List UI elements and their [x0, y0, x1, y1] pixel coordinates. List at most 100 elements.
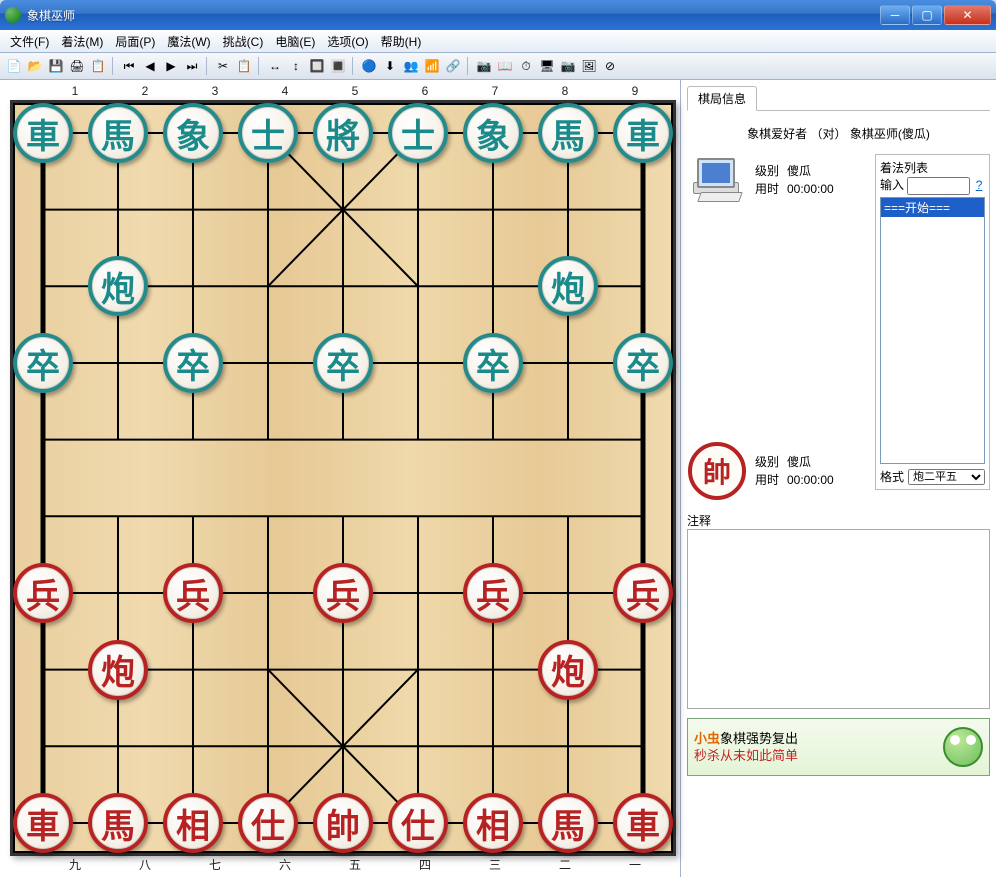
- menu-item[interactable]: 着法(M): [55, 31, 109, 52]
- coord: 7: [460, 84, 530, 98]
- piece-象[interactable]: 象: [163, 103, 223, 163]
- coord: 五: [320, 856, 390, 873]
- piece-車[interactable]: 車: [13, 103, 73, 163]
- maximize-button[interactable]: ▢: [912, 5, 942, 25]
- tab-game-info[interactable]: 棋局信息: [687, 86, 757, 111]
- movelist-box: 着法列表 输入 ? ===开始=== 格式 炮二平五: [875, 154, 990, 490]
- piece-兵[interactable]: 兵: [163, 563, 223, 623]
- toolbar-separator: [258, 57, 261, 75]
- piece-卒[interactable]: 卒: [613, 333, 673, 393]
- toolbar-button[interactable]: ⏮: [119, 56, 139, 76]
- bottom-coordinates: 九八七六五四三二一: [10, 856, 670, 873]
- piece-炮[interactable]: 炮: [88, 256, 148, 316]
- piece-將[interactable]: 將: [313, 103, 373, 163]
- piece-炮[interactable]: 炮: [88, 640, 148, 700]
- piece-馬[interactable]: 馬: [538, 103, 598, 163]
- coord: 二: [530, 856, 600, 873]
- top-coordinates: 123456789: [10, 84, 670, 98]
- help-icon[interactable]: ?: [976, 178, 983, 192]
- format-select[interactable]: 炮二平五: [908, 469, 985, 485]
- piece-象[interactable]: 象: [463, 103, 523, 163]
- titlebar: 象棋巫师 ─ ▢ ✕: [0, 0, 996, 30]
- toolbar-button[interactable]: ⏱: [516, 56, 536, 76]
- toolbar-button[interactable]: 🔳: [328, 56, 348, 76]
- toolbar-button[interactable]: 🔲: [307, 56, 327, 76]
- coord: 5: [320, 84, 390, 98]
- toolbar-button[interactable]: 📄: [4, 56, 24, 76]
- ad-banner[interactable]: 小虫象棋强势复出 秒杀从未如此简单: [687, 718, 990, 776]
- piece-仕[interactable]: 仕: [388, 793, 448, 853]
- menu-item[interactable]: 选项(O): [321, 31, 374, 52]
- toolbar-button[interactable]: 👥: [401, 56, 421, 76]
- coord: 6: [390, 84, 460, 98]
- opponent-time: 00:00:00: [787, 182, 834, 196]
- menu-item[interactable]: 局面(P): [109, 31, 161, 52]
- toolbar-button[interactable]: ⬇: [380, 56, 400, 76]
- toolbar-button[interactable]: 🖼: [579, 56, 599, 76]
- toolbar-button[interactable]: 🔵: [359, 56, 379, 76]
- piece-相[interactable]: 相: [163, 793, 223, 853]
- close-button[interactable]: ✕: [944, 5, 991, 25]
- annotation-textarea[interactable]: [687, 529, 990, 709]
- menu-item[interactable]: 魔法(W): [161, 31, 216, 52]
- toolbar-button[interactable]: ↕: [286, 56, 306, 76]
- tab-header: 棋局信息: [687, 86, 990, 111]
- piece-兵[interactable]: 兵: [313, 563, 373, 623]
- self-block: 帥 级别傻瓜 用时00:00:00: [687, 442, 869, 500]
- piece-兵[interactable]: 兵: [13, 563, 73, 623]
- piece-帥[interactable]: 帥: [313, 793, 373, 853]
- minimize-button[interactable]: ─: [880, 5, 910, 25]
- piece-仕[interactable]: 仕: [238, 793, 298, 853]
- menu-item[interactable]: 文件(F): [4, 31, 55, 52]
- toolbar-button[interactable]: 💾: [46, 56, 66, 76]
- coord: 三: [460, 856, 530, 873]
- piece-卒[interactable]: 卒: [13, 333, 73, 393]
- toolbar-button[interactable]: ◀: [140, 56, 160, 76]
- piece-車[interactable]: 車: [613, 103, 673, 163]
- toolbar-button[interactable]: ▶: [161, 56, 181, 76]
- input-label: 输入: [880, 178, 904, 192]
- piece-兵[interactable]: 兵: [613, 563, 673, 623]
- piece-卒[interactable]: 卒: [313, 333, 373, 393]
- piece-馬[interactable]: 馬: [88, 793, 148, 853]
- toolbar-button[interactable]: 📷: [474, 56, 494, 76]
- movelist[interactable]: ===开始===: [880, 197, 985, 464]
- toolbar-button[interactable]: 📋: [88, 56, 108, 76]
- menu-item[interactable]: 挑战(C): [217, 31, 270, 52]
- toolbar-button[interactable]: ⊘: [600, 56, 620, 76]
- menu-item[interactable]: 帮助(H): [375, 31, 428, 52]
- piece-兵[interactable]: 兵: [463, 563, 523, 623]
- piece-炮[interactable]: 炮: [538, 256, 598, 316]
- toolbar-button[interactable]: 📋: [234, 56, 254, 76]
- coord: 4: [250, 84, 320, 98]
- piece-士[interactable]: 士: [238, 103, 298, 163]
- piece-車[interactable]: 車: [13, 793, 73, 853]
- piece-炮[interactable]: 炮: [538, 640, 598, 700]
- move-input[interactable]: [907, 177, 970, 195]
- level-label: 级别: [755, 162, 787, 180]
- toolbar-button[interactable]: 🖨: [67, 56, 87, 76]
- menu-item[interactable]: 电脑(E): [269, 31, 321, 52]
- coord: 一: [600, 856, 670, 873]
- chess-board[interactable]: 車馬象士將士象馬車炮炮卒卒卒卒卒兵兵兵兵兵炮炮車馬相仕帥仕相馬車: [10, 100, 676, 856]
- toolbar-separator: [112, 57, 115, 75]
- piece-馬[interactable]: 馬: [88, 103, 148, 163]
- coord: 九: [40, 856, 110, 873]
- toolbar-button[interactable]: 📶: [422, 56, 442, 76]
- piece-士[interactable]: 士: [388, 103, 448, 163]
- toolbar-button[interactable]: ↔: [265, 56, 285, 76]
- toolbar-button[interactable]: ✂: [213, 56, 233, 76]
- piece-馬[interactable]: 馬: [538, 793, 598, 853]
- toolbar-button[interactable]: 📂: [25, 56, 45, 76]
- toolbar-button[interactable]: 🔗: [443, 56, 463, 76]
- toolbar-button[interactable]: 📷: [558, 56, 578, 76]
- piece-相[interactable]: 相: [463, 793, 523, 853]
- toolbar-button[interactable]: 🖥: [537, 56, 557, 76]
- piece-卒[interactable]: 卒: [163, 333, 223, 393]
- movelist-row-start[interactable]: ===开始===: [881, 198, 984, 217]
- piece-車[interactable]: 車: [613, 793, 673, 853]
- piece-卒[interactable]: 卒: [463, 333, 523, 393]
- board-grid: [13, 103, 673, 853]
- toolbar-button[interactable]: ⏭: [182, 56, 202, 76]
- toolbar-button[interactable]: 📖: [495, 56, 515, 76]
